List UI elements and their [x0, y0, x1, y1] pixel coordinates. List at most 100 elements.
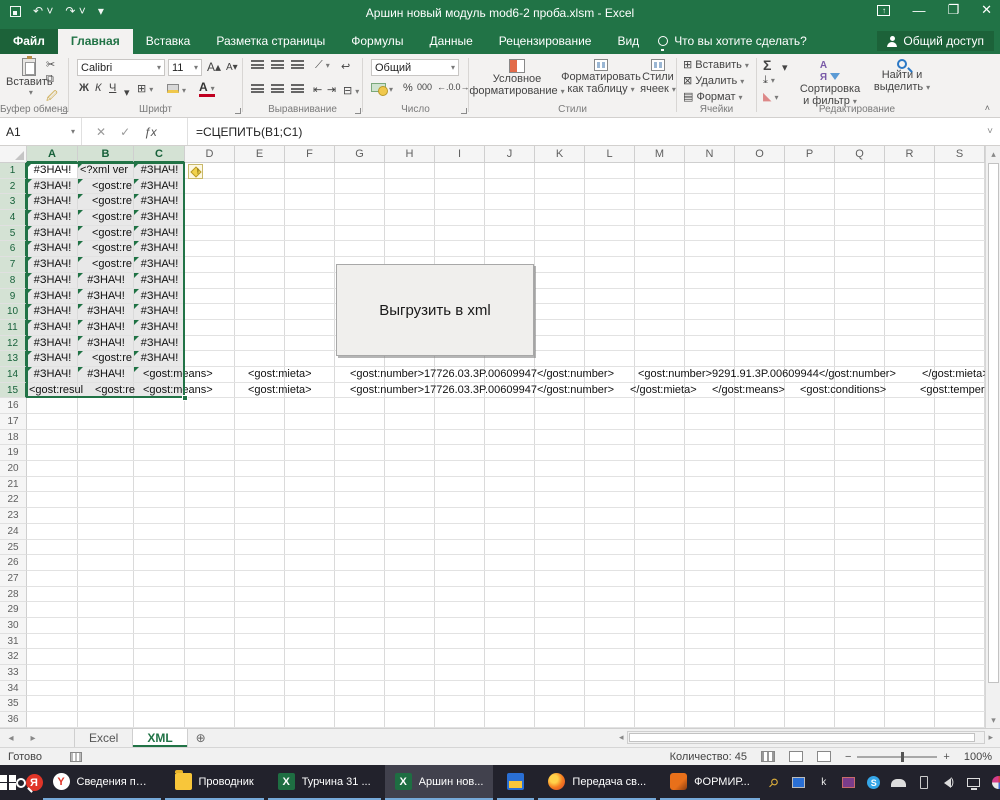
taskbar-app-сведения-по-[interactable]: YСведения по... — [43, 765, 161, 800]
column-header-M[interactable]: M — [635, 146, 685, 163]
scroll-up-icon[interactable]: ▴ — [986, 146, 1000, 162]
column-header-H[interactable]: H — [385, 146, 435, 163]
bold-button[interactable]: Ж — [79, 82, 89, 94]
align-left-icon[interactable] — [251, 84, 264, 96]
column-header-R[interactable]: R — [885, 146, 935, 163]
font-color-icon[interactable]: А▾ — [199, 82, 215, 97]
horizontal-scrollbar[interactable]: ◂ ▸ — [616, 731, 996, 744]
vertical-scrollbar-thumb[interactable] — [988, 163, 999, 683]
cell-text-row14[interactable]: </gost:mieta> — [922, 367, 989, 382]
tab-данные[interactable]: Данные — [416, 29, 485, 54]
taskbar-app-аршин-нов-[interactable]: XАршин нов... — [385, 765, 494, 800]
cell-text-row15[interactable]: <gost:number>17726.03.3P.00609947</gost:… — [350, 383, 614, 398]
tell-me-box[interactable]: Что вы хотите сделать? — [652, 34, 817, 54]
shrink-font-icon[interactable]: А▾ — [226, 62, 238, 73]
tab-file[interactable]: Файл — [0, 29, 58, 54]
taskbar-app-передача-св-[interactable]: Передача св... — [538, 765, 656, 800]
comma-style-icon[interactable]: 000 — [417, 82, 432, 92]
cell-text-row15[interactable]: </gost:mieta> — [630, 383, 697, 398]
increase-indent-icon[interactable]: ⇥ — [327, 83, 336, 96]
underline-dropdown-icon[interactable]: ▾ — [124, 86, 130, 99]
onedrive-tray-icon[interactable] — [891, 775, 907, 791]
name-box[interactable]: A1 ▾ — [0, 118, 82, 145]
row-header-11[interactable]: 11 — [0, 320, 27, 336]
tab-вид[interactable]: Вид — [604, 29, 652, 54]
share-button[interactable]: Общий доступ — [877, 31, 994, 51]
autosum-dropdown-icon[interactable]: ▾ — [782, 61, 788, 74]
cell-text-row15[interactable]: <gost:conditions> — [800, 383, 886, 398]
cell-text-row15[interactable]: <gost:temper — [920, 383, 985, 398]
column-header-J[interactable]: J — [485, 146, 535, 163]
fill-icon[interactable]: ⤓▾ — [763, 74, 775, 87]
tab-главная[interactable]: Главная — [58, 29, 133, 54]
page-break-view-icon[interactable] — [817, 751, 831, 762]
row-header-2[interactable]: 2 — [0, 179, 27, 195]
cell-text-row14[interactable]: <gost:number>9291.91.3P.00609944</gost:n… — [638, 367, 896, 382]
grid-app-tray-icon[interactable] — [841, 775, 857, 791]
speaker-tray-icon[interactable]: ) — [941, 775, 957, 791]
column-header-B[interactable]: B — [78, 146, 134, 163]
selection-fill-handle[interactable] — [182, 395, 188, 401]
enter-icon[interactable]: ✓ — [120, 125, 130, 139]
column-header-P[interactable]: P — [785, 146, 835, 163]
autosum-icon[interactable]: Σ — [763, 57, 771, 73]
row-header-3[interactable]: 3 — [0, 194, 27, 210]
row-header-24[interactable]: 24 — [0, 524, 27, 540]
row-header-5[interactable]: 5 — [0, 226, 27, 242]
sheet-tab-excel[interactable]: Excel — [74, 729, 133, 747]
restore-icon[interactable]: ❐ — [947, 2, 959, 18]
column-header-S[interactable]: S — [935, 146, 985, 163]
row-header-30[interactable]: 30 — [0, 618, 27, 634]
row-header-7[interactable]: 7 — [0, 257, 27, 273]
cell-text-row14[interactable]: <gost:mieta> — [248, 367, 312, 382]
cell-text-row15[interactable]: <gost:mieta> — [248, 383, 312, 398]
row-header-14[interactable]: 14 — [0, 367, 27, 383]
find-select-button[interactable]: Найти и выделить▾ — [869, 59, 935, 93]
number-format-combo[interactable]: Общий▾ — [371, 59, 459, 76]
row-header-13[interactable]: 13 — [0, 351, 27, 367]
fill-color-icon[interactable]: ▾ — [167, 84, 186, 96]
row-header-4[interactable]: 4 — [0, 210, 27, 226]
font-name-combo[interactable]: Calibri▾ — [77, 59, 165, 76]
zoom-in-icon[interactable]: + — [943, 751, 949, 763]
taskbar-app-проводник[interactable]: Проводник — [165, 765, 264, 800]
sheet-nav-right-icon[interactable]: ▸ — [22, 729, 44, 747]
sheet-nav-left-icon[interactable]: ◂ — [0, 729, 22, 747]
row-header-18[interactable]: 18 — [0, 430, 27, 446]
taskbar-app-турчина-31-[interactable]: XТурчина 31 ... — [268, 765, 381, 800]
close-icon[interactable]: ✕ — [981, 2, 992, 18]
row-header-6[interactable]: 6 — [0, 241, 27, 257]
cancel-icon[interactable]: ✕ — [96, 125, 106, 139]
color-app-tray-icon[interactable] — [991, 775, 1000, 791]
tab-формулы[interactable]: Формулы — [338, 29, 416, 54]
row-header-9[interactable]: 9 — [0, 289, 27, 305]
sort-filter-button[interactable]: АЯ Сортировка и фильтр▾ — [795, 59, 865, 107]
taskbar-search-button[interactable] — [16, 765, 26, 800]
borders-icon[interactable]: ⊞▾ — [137, 82, 153, 95]
number-dialog-launcher[interactable] — [461, 108, 467, 114]
horizontal-scrollbar-thumb[interactable] — [629, 733, 975, 742]
row-header-16[interactable]: 16 — [0, 398, 27, 414]
column-header-K[interactable]: K — [535, 146, 585, 163]
align-middle-icon[interactable] — [271, 60, 284, 72]
error-options-button[interactable] — [188, 164, 203, 179]
alignment-dialog-launcher[interactable] — [355, 108, 361, 114]
skype-tray-icon[interactable]: S — [866, 775, 882, 791]
page-layout-view-icon[interactable] — [789, 751, 803, 762]
italic-button[interactable]: К — [95, 82, 101, 94]
row-header-1[interactable]: 1 — [0, 163, 27, 179]
start-button[interactable] — [0, 765, 16, 800]
delete-cells-button[interactable]: ⊠ Удалить▾ — [683, 74, 744, 87]
network-tray-icon[interactable] — [966, 775, 982, 791]
row-header-26[interactable]: 26 — [0, 555, 27, 571]
row-header-10[interactable]: 10 — [0, 304, 27, 320]
tab-рецензирование[interactable]: Рецензирование — [486, 29, 605, 54]
percent-style-icon[interactable]: % — [403, 82, 413, 94]
cell-styles-button[interactable]: Стили ячеек▾ — [641, 59, 675, 95]
expand-formula-bar-icon[interactable]: ˅ — [980, 118, 1000, 145]
zoom-thumb[interactable] — [901, 752, 904, 762]
column-header-L[interactable]: L — [585, 146, 635, 163]
column-header-C[interactable]: C — [134, 146, 185, 163]
row-header-21[interactable]: 21 — [0, 477, 27, 493]
taskbar-app-icon[interactable] — [497, 765, 534, 800]
